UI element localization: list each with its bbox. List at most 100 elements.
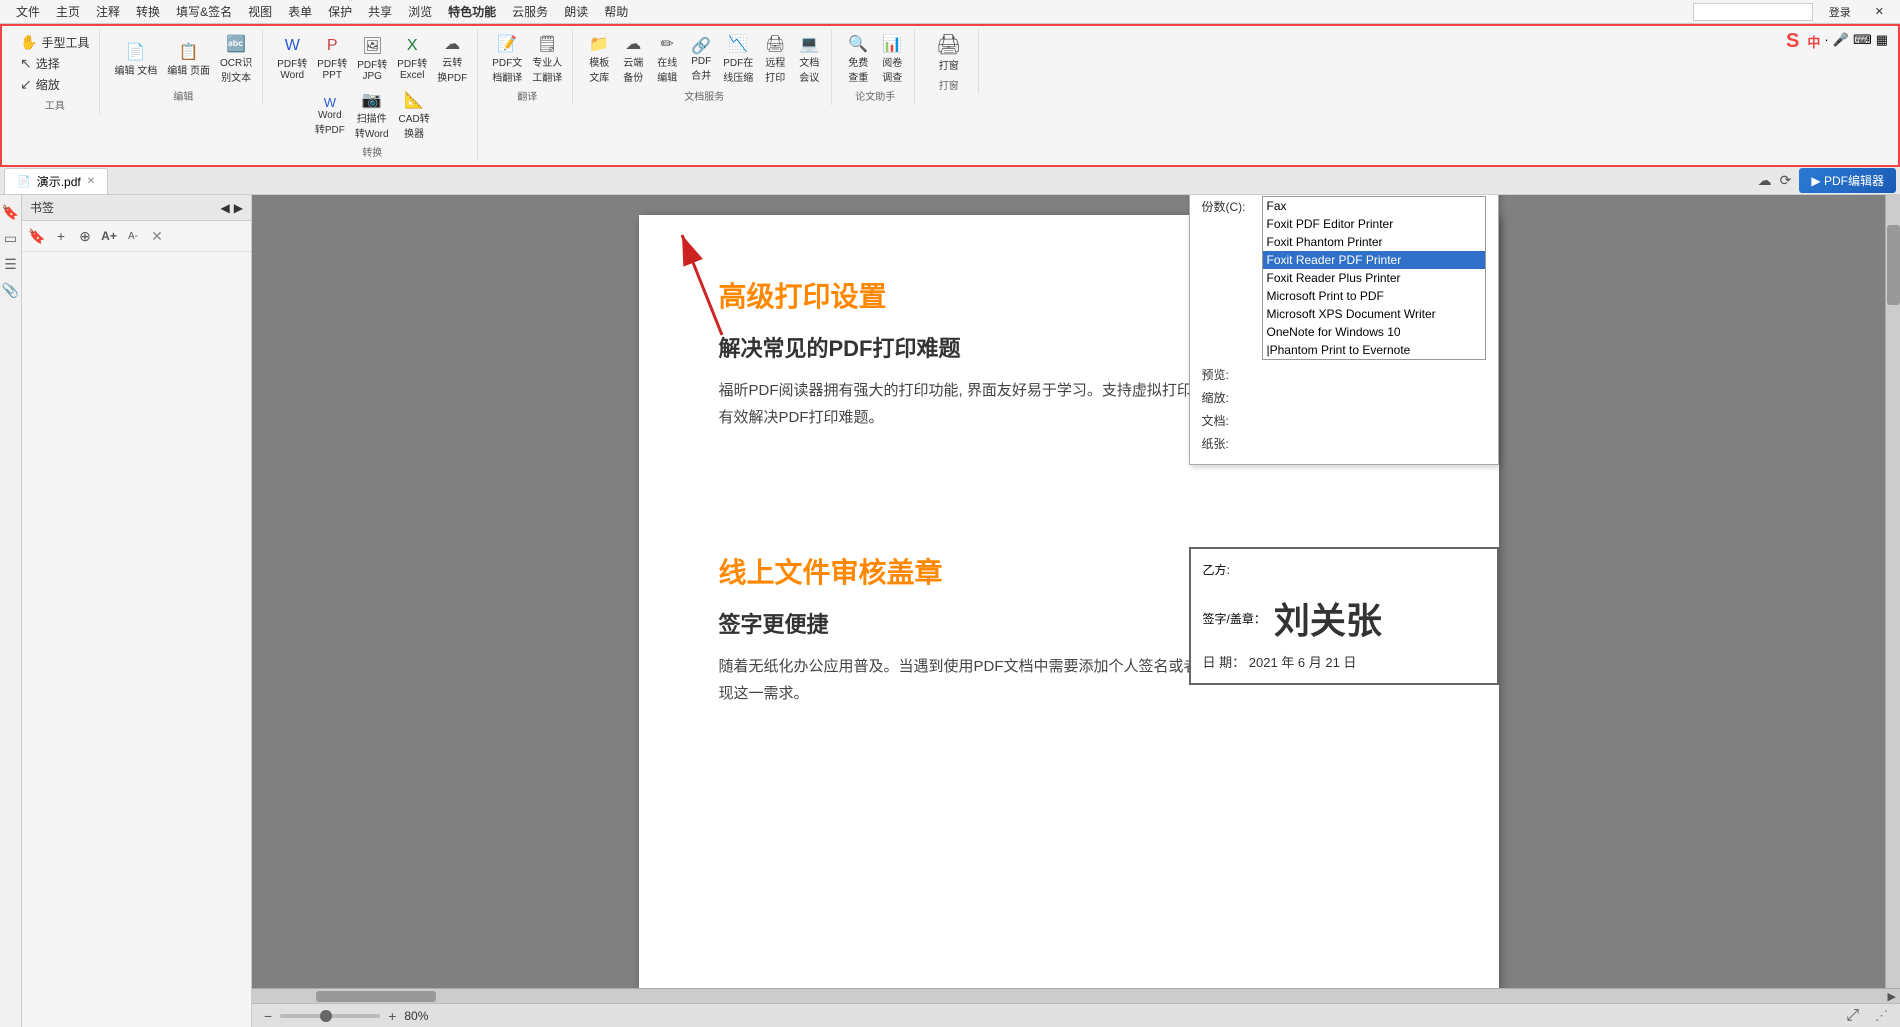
register-label[interactable]: 登录 bbox=[1821, 2, 1859, 22]
bookmark-panel-title: 书签 bbox=[30, 199, 54, 216]
zoom-plus-button[interactable]: + bbox=[388, 1008, 396, 1024]
pro-translate-button[interactable]: 🗒 专业人工翻译 bbox=[528, 32, 566, 86]
compress-button[interactable]: 📉 PDF在线压缩 bbox=[719, 32, 757, 86]
pro-translate-icon: 🗒 bbox=[537, 34, 557, 54]
delete-bookmark-btn[interactable]: ✕ bbox=[146, 225, 168, 247]
cloud-backup-button[interactable]: ☁ 云端备份 bbox=[617, 32, 649, 86]
doc-meeting-button[interactable]: 💻 文档会议 bbox=[793, 32, 825, 86]
menu-protect[interactable]: 保护 bbox=[320, 1, 360, 22]
dot-icon: · bbox=[1824, 32, 1828, 51]
add-child-bookmark-btn[interactable]: ⊕ bbox=[74, 225, 96, 247]
remote-print-button[interactable]: 🖨 远程打印 bbox=[759, 32, 791, 86]
printer-fax[interactable]: Fax bbox=[1263, 197, 1485, 215]
printer-foxit-plus[interactable]: Foxit Reader Plus Printer bbox=[1263, 269, 1485, 287]
word-to-pdf-icon: W bbox=[324, 95, 336, 110]
ocr-button[interactable]: 🔤 OCR识别文本 bbox=[216, 32, 256, 86]
panel-forward-arrow[interactable]: ▶ bbox=[234, 201, 243, 215]
menu-form[interactable]: 表单 bbox=[280, 1, 320, 22]
edit-doc-button[interactable]: 📄 编辑 文档 bbox=[110, 40, 161, 79]
sig-name: 刘关张 bbox=[1274, 592, 1382, 644]
panel-back-arrow[interactable]: ◀ bbox=[221, 201, 230, 215]
pdf-scroll-area[interactable]: 高级打印设置 解决常见的PDF打印难题 福昕PDF阅读器拥有强大的打印功能, 界… bbox=[252, 195, 1885, 988]
menu-sign[interactable]: 填写&签名 bbox=[168, 1, 240, 22]
pdf-tab[interactable]: 📄 演示.pdf ✕ bbox=[4, 168, 108, 194]
scan-to-word-button[interactable]: 📷 扫描件转Word bbox=[351, 88, 393, 142]
tab-close-button[interactable]: ✕ bbox=[87, 176, 95, 187]
doc-service-group: 📁 模板文库 ☁ 云端备份 ✏ 在线编辑 🔗 PDF合并 📉 PDF在线压缩 🖨 bbox=[577, 30, 832, 105]
pdf-to-ppt-button[interactable]: P PDF转PPT bbox=[313, 35, 351, 83]
cad-converter-button[interactable]: 📐 CAD转换器 bbox=[395, 88, 434, 142]
printer-phantom-evernote[interactable]: |Phantom Print to Evernote bbox=[1263, 341, 1485, 359]
hand-tool-button[interactable]: ✋ 手型工具 bbox=[16, 32, 93, 53]
scroll-right-arrow[interactable]: ▶ bbox=[1888, 990, 1896, 1003]
printer-onenote[interactable]: OneNote for Windows 10 bbox=[1263, 323, 1485, 341]
bookmark-sidebar-icon[interactable]: 🔖 bbox=[2, 203, 20, 221]
print-button[interactable]: 🖨 打窗 bbox=[930, 32, 968, 75]
doc-service-group-label: 文档服务 bbox=[684, 88, 724, 103]
edit-page-button[interactable]: 📋 编辑 页面 bbox=[163, 40, 214, 79]
page-sidebar-icon[interactable]: ☰ bbox=[2, 255, 20, 273]
keyboard-icon[interactable]: ⌨ bbox=[1853, 32, 1872, 51]
bookmark-icon-btn[interactable]: 🔖 bbox=[26, 225, 48, 247]
free-check-button[interactable]: 🔍 免费查重 bbox=[842, 32, 874, 86]
pdf-to-word-button[interactable]: W PDF转Word bbox=[273, 35, 311, 83]
menu-cloud[interactable]: 云服务 bbox=[504, 1, 556, 22]
menu-share[interactable]: 共享 bbox=[360, 1, 400, 22]
select-tool-button[interactable]: ↖ 选择 bbox=[16, 53, 93, 74]
convert-group-label: 转换 bbox=[362, 144, 382, 159]
sig-date: 日 期： 2021 年 6 月 21 日 bbox=[1203, 652, 1485, 671]
main-area: 🔖 ▭ ☰ 📎 书签 ◀ ▶ 🔖 + ⊕ A+ A- ✕ bbox=[0, 195, 1900, 1027]
sync-icon[interactable]: ⟳ bbox=[1780, 172, 1792, 189]
menu-convert[interactable]: 转换 bbox=[128, 1, 168, 22]
cloud-icon[interactable]: ☁ bbox=[1758, 172, 1772, 189]
layer-sidebar-icon[interactable]: ▭ bbox=[2, 229, 20, 247]
menu-browse[interactable]: 浏览 bbox=[400, 1, 440, 22]
zoom-handle[interactable] bbox=[320, 1010, 332, 1022]
left-panel-toolbar: 🔖 + ⊕ A+ A- ✕ bbox=[22, 221, 251, 252]
remote-print-icon: 🖨 bbox=[765, 34, 785, 54]
font-increase-btn[interactable]: A+ bbox=[98, 225, 120, 247]
edit-page-icon: 📋 bbox=[179, 42, 199, 62]
scan-icon: 📷 bbox=[362, 90, 382, 110]
font-decrease-btn[interactable]: A- bbox=[122, 225, 144, 247]
read-check-button[interactable]: 📊 阅卷调查 bbox=[876, 32, 908, 86]
printer-foxit-phantom[interactable]: Foxit Phantom Printer bbox=[1263, 233, 1485, 251]
menu-home[interactable]: 主页 bbox=[48, 1, 88, 22]
pdf-translate-button[interactable]: 📝 PDF文档翻译 bbox=[488, 32, 526, 86]
menu-special[interactable]: 特色功能 bbox=[440, 1, 504, 22]
attachment-sidebar-icon[interactable]: 📎 bbox=[2, 281, 20, 299]
vertical-scroll-thumb[interactable] bbox=[1887, 225, 1900, 305]
word-to-pdf-button[interactable]: W Word转PDF bbox=[311, 93, 349, 138]
search-input[interactable] bbox=[1693, 3, 1813, 21]
menu-read[interactable]: 朗读 bbox=[556, 1, 596, 22]
zoom-track[interactable] bbox=[280, 1014, 380, 1018]
pdf-editor-arrow-icon: ▶ bbox=[1811, 174, 1820, 188]
chinese-input-icon[interactable]: 中 bbox=[1807, 32, 1820, 51]
pdf-to-excel-button[interactable]: X PDF转Excel bbox=[393, 35, 431, 83]
template-button[interactable]: 📁 模板文库 bbox=[583, 32, 615, 86]
mic-icon[interactable]: 🎤 bbox=[1833, 32, 1849, 51]
pdf-to-jpg-button[interactable]: 🖼 PDF转JPG bbox=[353, 34, 391, 84]
zoom-minus-button[interactable]: − bbox=[264, 1008, 272, 1024]
menu-help[interactable]: 帮助 bbox=[596, 1, 636, 22]
printer-foxit-reader[interactable]: Foxit Reader PDF Printer bbox=[1263, 251, 1485, 269]
bottom-scrollbar[interactable]: ▶ bbox=[252, 988, 1900, 1003]
indent-icon: ↙ bbox=[20, 76, 32, 93]
printer-ms-xps[interactable]: Microsoft XPS Document Writer bbox=[1263, 305, 1485, 323]
pdf-to-excel-icon: X bbox=[407, 37, 418, 55]
menu-comment[interactable]: 注释 bbox=[88, 1, 128, 22]
menu-view[interactable]: 视图 bbox=[240, 1, 280, 22]
chart-icon[interactable]: ▦ bbox=[1876, 32, 1888, 51]
pdf-merge-button[interactable]: 🔗 PDF合并 bbox=[685, 34, 717, 84]
printer-foxit-editor[interactable]: Foxit PDF Editor Printer bbox=[1263, 215, 1485, 233]
indent-button[interactable]: ↙ 缩放 bbox=[16, 74, 93, 95]
horizontal-scroll-thumb[interactable] bbox=[316, 991, 436, 1002]
expand-view-icon[interactable]: ⤢ bbox=[1846, 1007, 1859, 1025]
add-bookmark-btn[interactable]: + bbox=[50, 225, 72, 247]
menu-file[interactable]: 文件 bbox=[8, 1, 48, 22]
printer-ms-pdf[interactable]: Microsoft Print to PDF bbox=[1263, 287, 1485, 305]
right-scrollbar[interactable] bbox=[1885, 195, 1900, 988]
pdf-editor-button[interactable]: ▶ PDF编辑器 bbox=[1799, 168, 1896, 193]
cloud-pdf-button[interactable]: ☁ 云转换PDF bbox=[433, 32, 471, 86]
online-edit-button[interactable]: ✏ 在线编辑 bbox=[651, 32, 683, 86]
